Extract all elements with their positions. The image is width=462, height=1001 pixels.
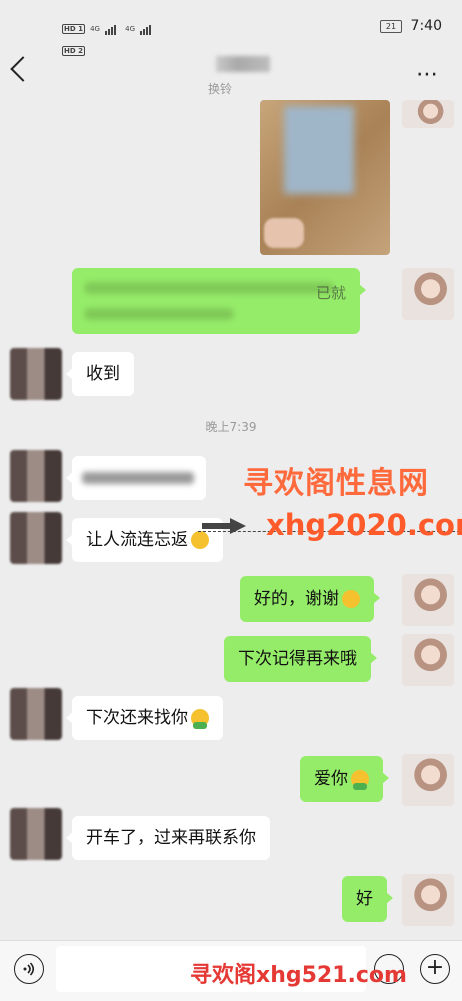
avatar[interactable] bbox=[402, 574, 454, 626]
hug-face-icon bbox=[351, 770, 369, 790]
net1-label: 4G bbox=[90, 25, 100, 33]
back-icon[interactable] bbox=[10, 56, 36, 82]
avatar[interactable] bbox=[10, 512, 62, 564]
message-bubble[interactable]: 下次还来找你 bbox=[66, 696, 223, 740]
message-text: 好的，谢谢 bbox=[254, 589, 339, 609]
message-bubble[interactable]: 好 bbox=[342, 876, 393, 922]
message-text: 下次记得再来哦 bbox=[238, 649, 357, 669]
message-text: 收到 bbox=[86, 364, 120, 384]
watermark-text: 寻欢阁性息网 bbox=[243, 466, 429, 501]
status-bar: HD 1 4G 4G HD 2 21 7:40 bbox=[0, 0, 462, 56]
image-hand bbox=[264, 218, 304, 248]
message-bubble[interactable]: 让人流连忘返 bbox=[66, 518, 223, 562]
battery-icon: 21 bbox=[380, 20, 402, 33]
chat-title-redacted bbox=[216, 56, 270, 72]
avatar[interactable] bbox=[402, 268, 454, 320]
net2-label: 4G bbox=[125, 25, 136, 33]
message-text: 下次还来找你 bbox=[86, 708, 188, 728]
message-bubble[interactable] bbox=[66, 456, 206, 500]
avatar[interactable] bbox=[402, 634, 454, 686]
message-text: 让人流连忘返 bbox=[86, 530, 188, 550]
message-bubble[interactable]: 好的，谢谢 bbox=[240, 576, 380, 622]
plus-icon[interactable]: + bbox=[420, 954, 450, 984]
message-bubble[interactable]: 收到 bbox=[66, 352, 134, 396]
timestamp: 晚上7:39 bbox=[205, 420, 257, 434]
sim1-badge: HD 1 bbox=[62, 24, 85, 34]
message-bubble[interactable]: 爱你 bbox=[300, 756, 389, 802]
sim2-badge: HD 2 bbox=[62, 46, 85, 56]
kiss-face-icon bbox=[342, 590, 360, 608]
voice-icon[interactable] bbox=[14, 954, 44, 984]
avatar[interactable] bbox=[402, 874, 454, 926]
hug-face-icon bbox=[191, 709, 209, 729]
avatar[interactable] bbox=[10, 450, 62, 502]
clock: 7:40 bbox=[410, 18, 442, 34]
image-redacted-area bbox=[284, 106, 354, 194]
sim-indicators: HD 1 4G 4G HD 2 bbox=[62, 16, 152, 57]
watermark-url: xhg2020.com bbox=[266, 508, 462, 542]
arrow-icon bbox=[202, 518, 246, 534]
message-text: 已就 bbox=[315, 284, 346, 302]
watermark-bottom: 寻欢阁xhg521.com bbox=[190, 963, 407, 988]
avatar[interactable] bbox=[402, 754, 454, 806]
message-text: 爱你 bbox=[314, 769, 348, 789]
message-bubble[interactable]: 开车了，过来再联系你 bbox=[66, 816, 270, 860]
avatar[interactable] bbox=[10, 688, 62, 740]
avatar[interactable] bbox=[10, 808, 62, 860]
avatar[interactable] bbox=[402, 100, 454, 128]
image-message[interactable] bbox=[260, 100, 390, 255]
message-bubble[interactable]: 已就 bbox=[72, 268, 366, 334]
avatar[interactable] bbox=[10, 348, 62, 400]
message-text: 好 bbox=[356, 889, 373, 909]
chat-subtitle: 换铃 bbox=[208, 82, 233, 96]
message-bubble[interactable]: 下次记得再来哦 bbox=[224, 636, 377, 682]
message-text: 开车了，过来再联系你 bbox=[86, 828, 256, 848]
more-icon[interactable]: ⋯ bbox=[416, 62, 440, 87]
redacted-text bbox=[82, 472, 194, 484]
